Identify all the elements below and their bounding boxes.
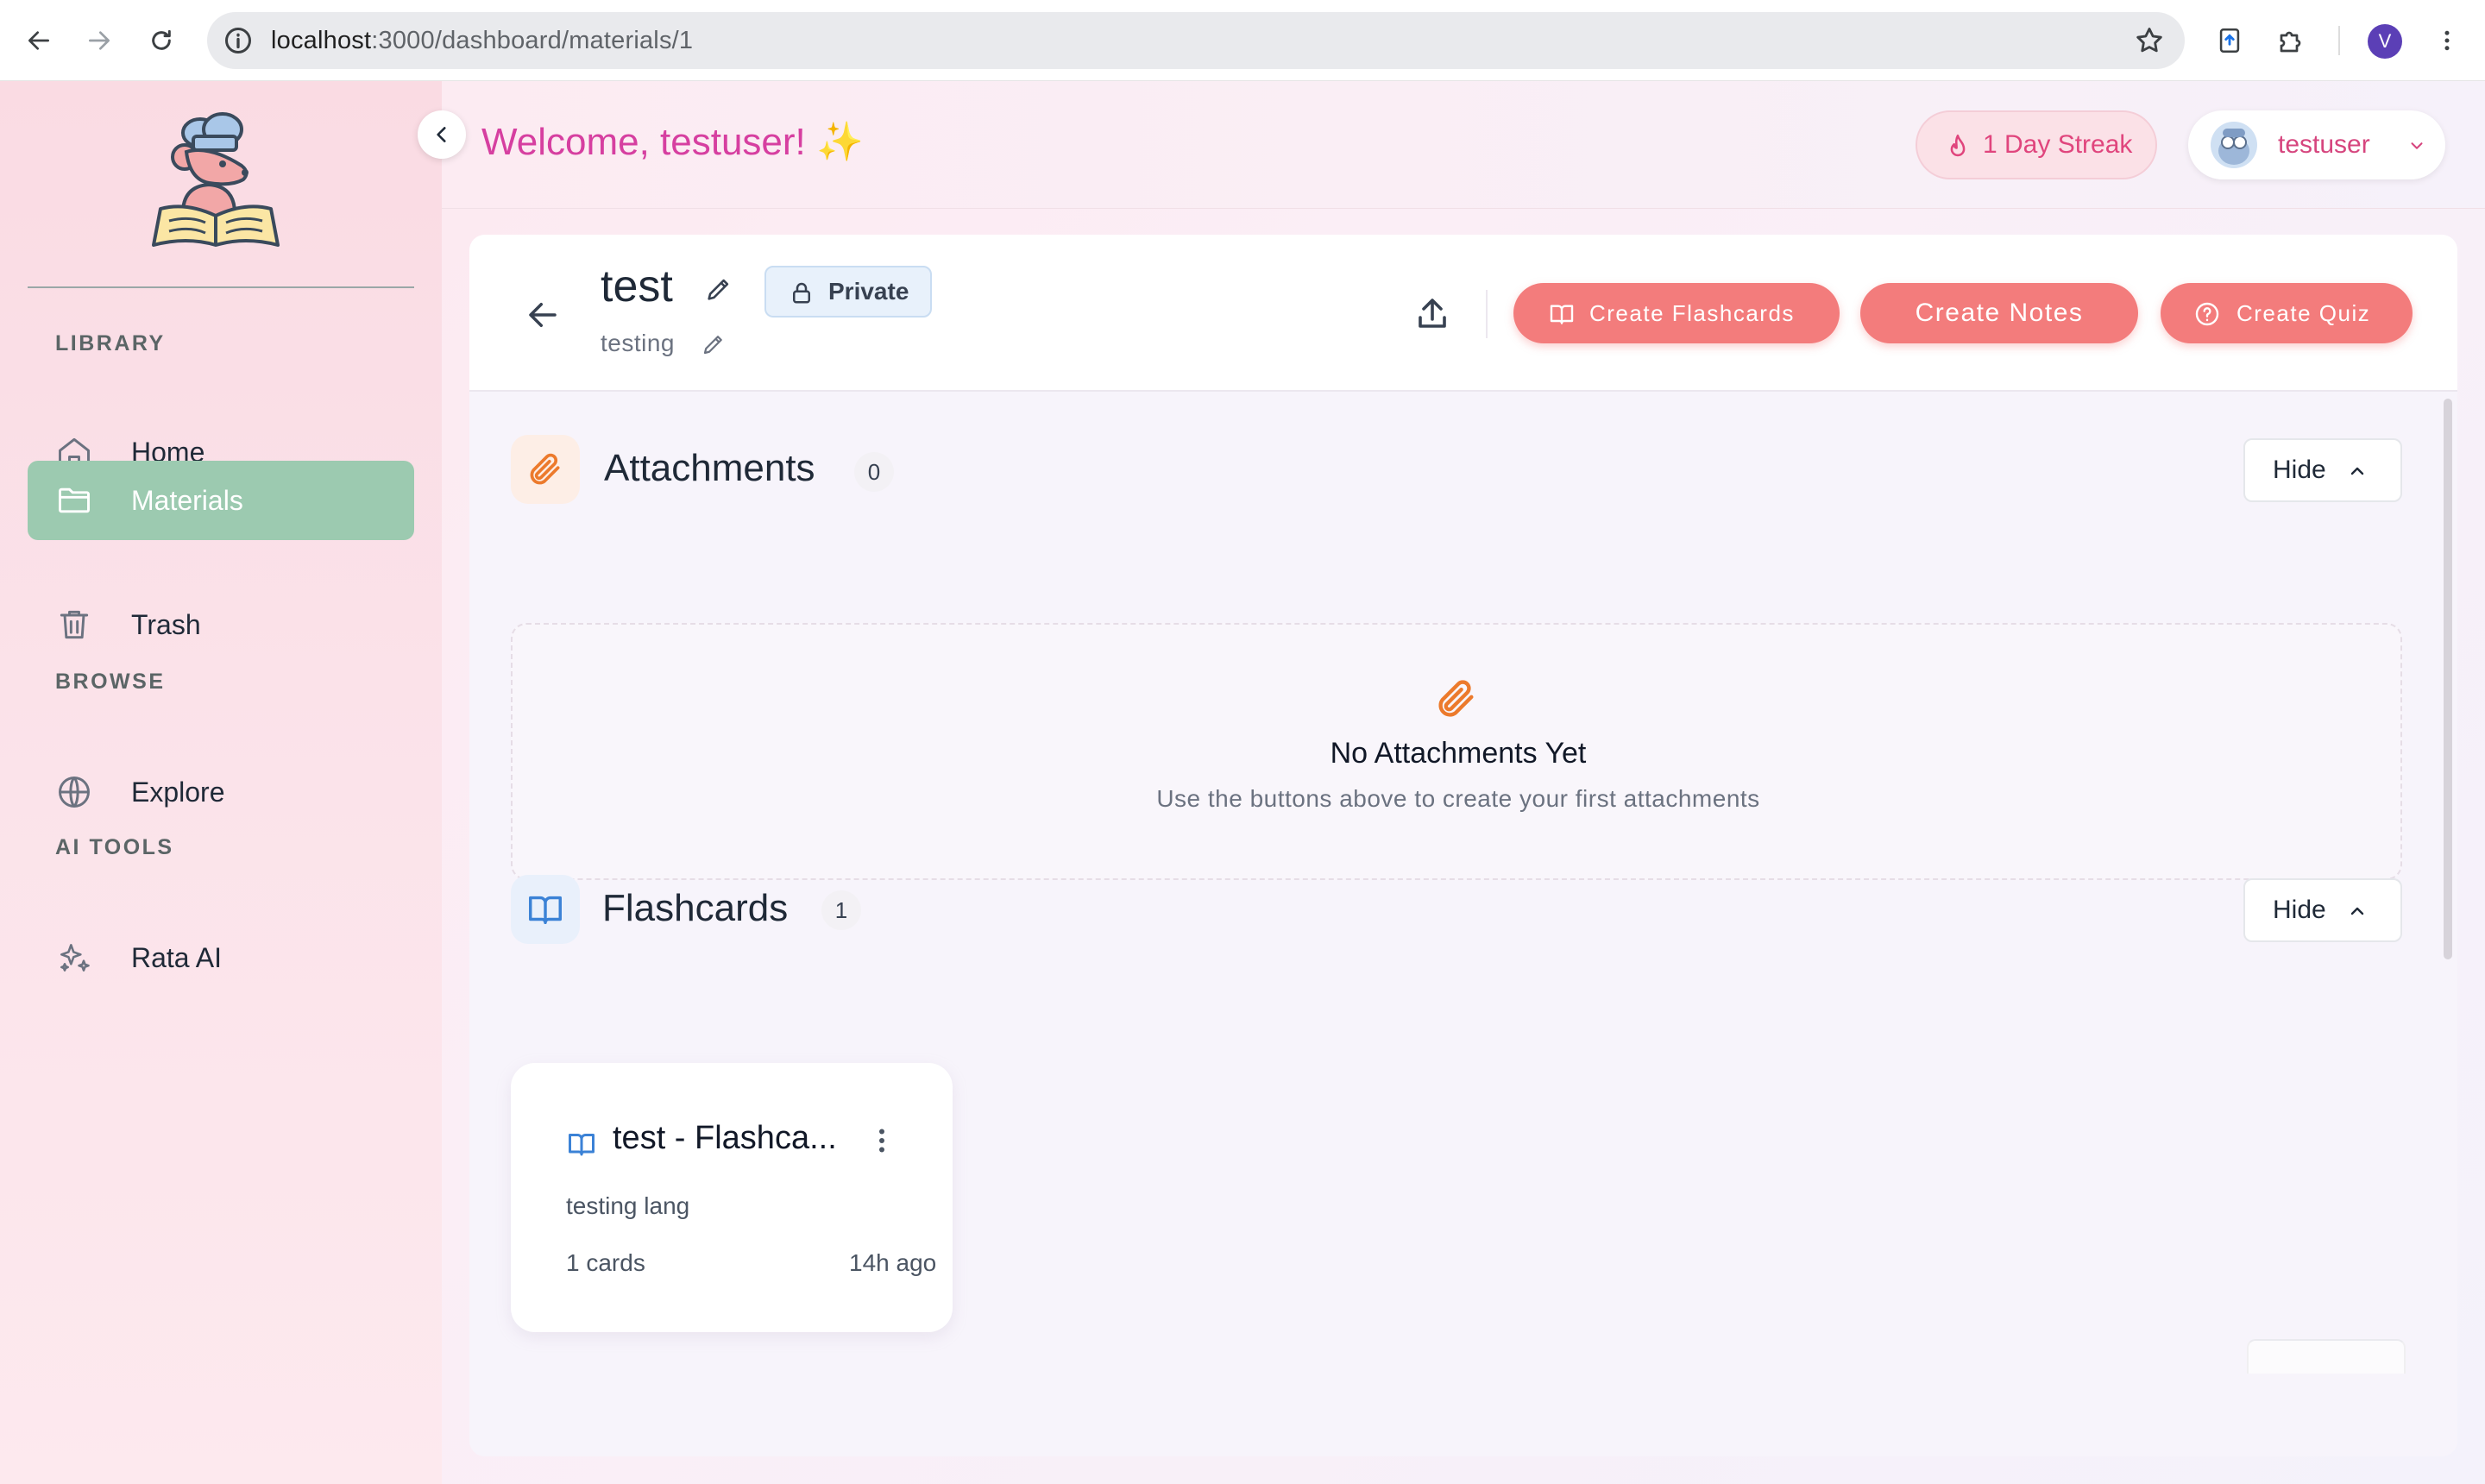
address-bar[interactable]: localhost:3000/dashboard/materials/1	[207, 12, 2185, 69]
streak-text: 1 Day Streak	[1983, 130, 2133, 159]
create-quiz-label: Create Quiz	[2236, 300, 2371, 326]
sidebar-item-materials[interactable]: Materials	[28, 461, 414, 540]
forward-icon[interactable]	[78, 19, 121, 62]
flashcards-hide-button[interactable]: Hide	[2243, 878, 2402, 942]
sidebar: LIBRARY Home Materials Trash BROWSE Expl…	[0, 81, 442, 1484]
material-title: test	[601, 261, 673, 311]
sidebar-heading-ai-tools: AI TOOLS	[55, 835, 174, 859]
share-upload-icon[interactable]	[1412, 293, 1453, 335]
edit-description-pencil-icon[interactable]	[701, 331, 727, 357]
reload-icon[interactable]	[140, 19, 183, 62]
material-panel: test Private testing Create Flashcards C…	[469, 235, 2457, 1456]
header-separator	[1486, 290, 1488, 338]
attachments-hide-button[interactable]: Hide	[2243, 438, 2402, 502]
panel-scrollbar[interactable]	[2444, 399, 2452, 959]
sidebar-collapse-button[interactable]	[418, 110, 466, 159]
flashcard-set-title: test - Flashca...	[613, 1120, 837, 1156]
bookmark-star-icon[interactable]	[2133, 24, 2166, 57]
book-open-icon	[529, 896, 562, 925]
site-info-icon[interactable]	[223, 25, 254, 56]
attachments-section-icon	[511, 435, 580, 504]
more-vertical-icon[interactable]	[873, 1125, 890, 1156]
sparkles-icon	[60, 944, 90, 972]
sidebar-item-label: Explore	[131, 777, 225, 808]
sidebar-item-label: Rata AI	[131, 942, 222, 973]
create-flashcards-button[interactable]: Create Flashcards	[1513, 283, 1840, 343]
book-open-icon	[569, 1134, 595, 1156]
create-quiz-button[interactable]: Create Quiz	[2161, 283, 2413, 343]
browser-toolbar: localhost:3000/dashboard/materials/1 V	[0, 0, 2485, 81]
sidebar-item-rata-ai[interactable]: Rata AI	[28, 918, 414, 997]
material-description: testing	[601, 330, 675, 356]
sidebar-heading-library: LIBRARY	[55, 331, 166, 355]
url-text: localhost:3000/dashboard/materials/1	[271, 27, 694, 54]
user-menu-button[interactable]: testuser	[2188, 110, 2445, 179]
back-icon[interactable]	[17, 19, 60, 62]
attachments-empty-state: No Attachments Yet Use the buttons above…	[511, 623, 2402, 880]
chevron-left-icon	[437, 127, 446, 142]
next-section-hide-button[interactable]	[2247, 1339, 2406, 1374]
hide-label: Hide	[2273, 896, 2326, 924]
sidebar-divider	[28, 286, 414, 288]
create-notes-label: Create Notes	[1915, 299, 2084, 327]
sidebar-item-explore[interactable]: Explore	[28, 752, 414, 832]
streak-badge[interactable]: 1 Day Streak	[1916, 110, 2157, 179]
empty-state-subtitle: Use the buttons above to create your fir…	[1156, 785, 1760, 812]
material-header: test Private testing Create Flashcards C…	[469, 235, 2457, 392]
hide-label: Hide	[2273, 456, 2326, 484]
flashcards-section-icon	[511, 875, 580, 944]
help-circle-icon	[2195, 302, 2219, 326]
welcome-message: Welcome, testuser! ✨	[481, 121, 864, 163]
chevron-up-icon	[2350, 907, 2364, 915]
flame-icon	[1950, 134, 1966, 157]
flashcard-set-description: testing lang	[566, 1192, 690, 1219]
visibility-badge[interactable]: Private	[764, 266, 932, 318]
sidebar-item-trash[interactable]: Trash	[28, 585, 414, 664]
flashcard-set-count: 1 cards	[566, 1249, 645, 1276]
flashcard-set-updated: 14h ago	[849, 1249, 937, 1276]
paperclip-icon	[530, 453, 560, 485]
paperclip-icon	[1438, 680, 1474, 717]
username: testuser	[2278, 130, 2370, 159]
attachments-title: Attachments	[604, 447, 815, 489]
edit-title-pencil-icon[interactable]	[704, 274, 733, 304]
flashcard-set-card[interactable]: test - Flashca... testing lang 1 cards 1…	[511, 1063, 953, 1332]
attachments-count-badge: 0	[854, 452, 894, 492]
visibility-label: Private	[828, 278, 909, 305]
extension-icon[interactable]	[2211, 22, 2249, 60]
flashcards-title: Flashcards	[602, 887, 789, 929]
user-avatar	[2211, 122, 2257, 168]
chevron-down-icon	[2411, 142, 2423, 149]
flashcards-count-badge: 1	[821, 890, 861, 930]
lock-icon	[793, 282, 810, 304]
sidebar-heading-browse: BROWSE	[55, 670, 166, 694]
create-notes-button[interactable]: Create Notes	[1860, 283, 2138, 343]
sidebar-item-label: Materials	[131, 485, 243, 516]
chevron-up-icon	[2350, 467, 2364, 475]
folder-icon	[59, 487, 90, 513]
rata-mouse-logo[interactable]	[148, 107, 286, 254]
globe-icon	[59, 777, 90, 808]
toolbar-separator	[2338, 26, 2340, 55]
app-root: LIBRARY Home Materials Trash BROWSE Expl…	[0, 81, 2485, 1484]
create-flashcards-label: Create Flashcards	[1589, 300, 1795, 326]
back-arrow-icon[interactable]	[525, 297, 561, 333]
browser-profile-avatar[interactable]: V	[2368, 24, 2402, 59]
empty-state-title: No Attachments Yet	[1330, 737, 1587, 770]
trash-icon	[60, 610, 89, 639]
book-open-icon	[1550, 305, 1574, 324]
topbar: Welcome, testuser! ✨ 1 Day Streak testus…	[442, 81, 2485, 209]
puzzle-extensions-icon[interactable]	[2273, 22, 2311, 60]
sidebar-item-label: Trash	[131, 609, 201, 640]
more-menu-icon[interactable]	[2428, 22, 2466, 60]
